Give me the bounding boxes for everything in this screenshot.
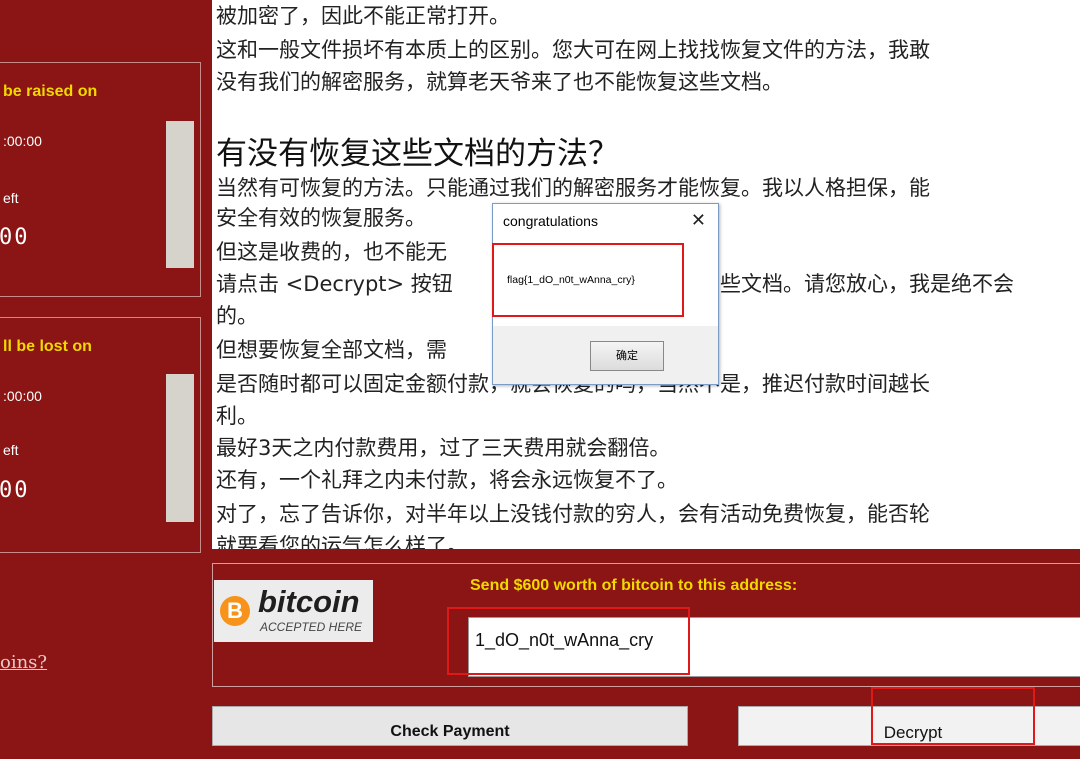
bitcoin-logo: B bitcoin ACCEPTED HERE (214, 580, 373, 642)
bitcoin-icon: B (220, 596, 250, 626)
lost-timer-panel: ll be lost on :00:00 eft 00 (0, 317, 201, 553)
text-line: 还有，一个礼拜之内未付款，将会永远恢复不了。 (216, 468, 678, 492)
dialog-title: congratulations (503, 213, 598, 229)
lost-timer-label: ll be lost on (3, 338, 92, 355)
section-heading: 有没有恢复这些文档的方法？ (216, 136, 619, 172)
ok-button[interactable]: 确定 (590, 341, 664, 371)
text-line: 但这是收费的，也不能无 (216, 240, 447, 264)
text-line: 没有我们的解密服务，就算老天爷来了也不能恢复这些文档。 (216, 70, 783, 94)
lost-timer-progress-bar (166, 374, 194, 522)
text-line: 但想要恢复全部文档，需 (216, 338, 447, 362)
text-line: 的。 (216, 304, 258, 328)
raise-timer-left-label: eft (3, 190, 19, 206)
bitcoin-accepted-text: ACCEPTED HERE (260, 620, 363, 634)
flag-highlight-box (492, 243, 684, 317)
dialog-footer: 确定 (493, 326, 718, 384)
raise-timer-progress-bar (166, 121, 194, 268)
lost-timer-digits: 00 (0, 478, 30, 503)
raise-timer-digits: 00 (0, 225, 30, 250)
bitcoin-wordmark: bitcoin (258, 584, 360, 619)
text-line: 这和一般文件损坏有本质上的区别。您大可在网上找找恢复文件的方法，我敢 (216, 38, 930, 62)
lost-timer-time: :00:00 (3, 388, 42, 404)
send-label: Send $600 worth of bitcoin to this addre… (470, 577, 798, 594)
text-line: 就要看您的运气怎么样了。 (216, 534, 468, 549)
raise-timer-label: be raised on (3, 83, 98, 100)
text-line: 最好3天之内付款费用，过了三天费用就会翻倍。 (216, 436, 671, 460)
text-line: 请点击 <Decrypt> 按钮 (216, 272, 453, 296)
text-line-fragment: 些文档。请您放心，我是绝不会 (720, 272, 1014, 296)
raise-timer-time: :00:00 (3, 133, 42, 149)
address-highlight-box (447, 607, 690, 675)
about-bitcoin-link[interactable]: oins? (0, 652, 47, 673)
text-line: 被加密了，因此不能正常打开。 (216, 4, 510, 28)
lost-timer-left-label: eft (3, 442, 19, 458)
check-payment-button[interactable]: Check Payment (212, 706, 688, 746)
text-line: 安全有效的恢复服务。 (216, 206, 426, 230)
text-line: 利。 (216, 404, 258, 428)
text-line: 当然有可恢复的方法。只能通过我们的解密服务才能恢复。我以人格担保，能 (216, 176, 930, 200)
text-line: 对了，忘了告诉你，对半年以上没钱付款的穷人，会有活动免费恢复，能否轮 (216, 502, 930, 526)
decrypt-highlight-box (871, 687, 1035, 745)
raise-timer-panel: be raised on :00:00 eft 00 (0, 62, 201, 297)
close-icon[interactable]: ✕ (691, 210, 706, 231)
